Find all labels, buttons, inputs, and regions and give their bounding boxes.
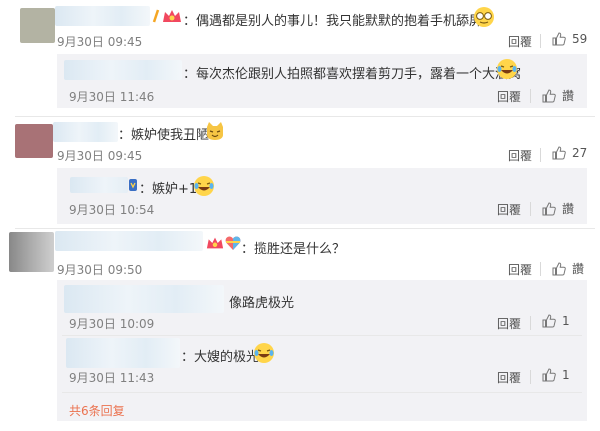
avatar[interactable] [9,232,54,272]
reply-time: 9月30日 10:54 [69,203,155,217]
reply-username[interactable] [70,177,128,193]
divider [530,316,531,330]
laughing-tears-emoji [254,343,274,363]
vip-badge-icon [152,9,160,23]
like-button[interactable]: 1 [542,368,570,382]
comment-text: ：偶遇都是别人的事儿！我只能默默的抱着手机舔屏了 [183,14,496,29]
divider [530,89,531,103]
reply-text: ：嫉妒+1 [139,182,198,197]
laughing-tears-emoji [497,59,517,79]
like-button[interactable]: 1 [542,314,570,328]
vip-badge-icon [129,179,137,191]
reply-text: ：大嫂的极光 [181,350,260,365]
like-count: 1 [562,314,570,328]
like-button[interactable]: 27 [552,146,587,160]
crown-badge-icon [206,237,224,249]
more-replies-link[interactable]: 共6条回复 [69,402,125,419]
like-label: 讚 [572,262,585,276]
avatar[interactable] [15,124,53,158]
separator-line [15,116,595,117]
thumbs-up-icon [542,88,556,102]
reply-username[interactable] [64,285,224,313]
username[interactable] [55,231,203,251]
divider [540,148,541,162]
like-count: 59 [572,32,588,46]
separator-line [15,228,595,229]
reply-button[interactable]: 回覆 [497,88,521,105]
username[interactable] [55,6,150,26]
divider [530,202,531,216]
like-button[interactable]: 讚 [552,260,584,277]
reply-username[interactable] [64,60,182,80]
thumbs-up-icon [542,201,556,215]
like-label: 讚 [562,89,575,103]
divider [540,34,541,48]
thumbs-up-icon [542,368,556,382]
like-button[interactable]: 讚 [542,200,574,217]
reply-button[interactable]: 回覆 [508,147,532,164]
thumbs-up-icon [552,261,566,275]
like-count: 1 [562,368,570,382]
separator-line [62,392,582,393]
reply-time: 9月30日 11:43 [69,371,155,385]
heart-emoji [225,236,241,250]
laughing-tears-emoji [194,176,214,196]
reply-button[interactable]: 回覆 [508,33,532,50]
divider [540,262,541,276]
thumbs-up-icon [542,314,556,328]
reply-username[interactable] [66,338,180,368]
reply-time: 9月30日 10:09 [69,317,155,331]
cat-emoji [207,122,223,140]
comment-text: ：嫉妒使我丑陋 [118,128,210,143]
thumbs-up-icon [552,32,566,46]
avatar[interactable] [20,8,55,43]
like-button[interactable]: 59 [552,32,587,46]
separator-line [62,335,582,336]
reply-button[interactable]: 回覆 [497,369,521,386]
crown-badge-icon [163,10,181,22]
like-count: 27 [572,146,588,160]
comment-time: 9月30日 09:50 [57,263,143,277]
divider [530,370,531,384]
thumbs-up-icon [552,146,566,160]
like-label: 讚 [562,202,575,216]
reply-button[interactable]: 回覆 [508,261,532,278]
nerd-glasses-emoji [474,7,494,27]
reply-time: 9月30日 11:46 [69,90,155,104]
reply-text: ：每次杰伦跟别人拍照都喜欢摆着剪刀手，露着一个大酒窝 [183,67,522,82]
comment-time: 9月30日 09:45 [57,149,143,163]
comment-text: ：揽胜还是什么？ [241,242,346,257]
reply-button[interactable]: 回覆 [497,315,521,332]
like-button[interactable]: 讚 [542,87,574,104]
comment-time: 9月30日 09:45 [57,35,143,49]
reply-text: 像路虎极光 [229,296,295,311]
username[interactable] [53,122,118,142]
reply-button[interactable]: 回覆 [497,201,521,218]
